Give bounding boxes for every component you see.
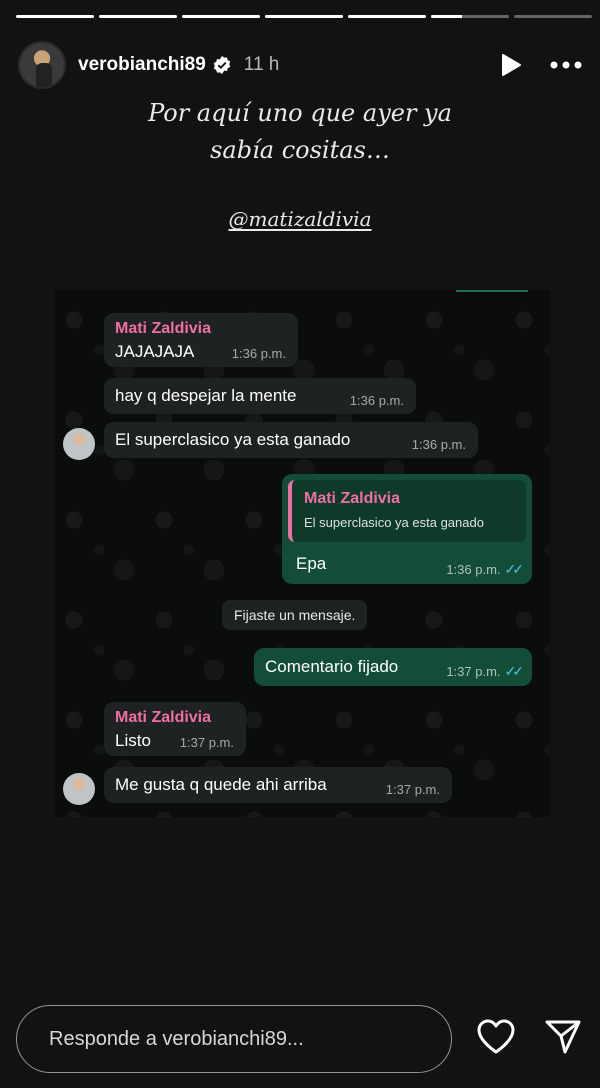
message-text: JAJAJAJA bbox=[115, 342, 195, 361]
story-caption: Por aquí uno que ayer ya sabía cositas… bbox=[0, 95, 600, 169]
username[interactable]: verobianchi89 bbox=[78, 54, 206, 76]
message-time-text: 1:37 p.m. bbox=[446, 664, 501, 679]
outgoing-message: Mati Zaldivia El superclasico ya esta ga… bbox=[282, 474, 532, 584]
post-time: 11 h bbox=[243, 54, 280, 75]
message-time: 1:37 p.m. bbox=[179, 735, 234, 750]
story-progress-segment bbox=[182, 15, 260, 18]
profile-avatar[interactable] bbox=[18, 41, 66, 89]
story-progress-segment bbox=[514, 15, 592, 18]
caption-line-2: sabía cositas… bbox=[210, 136, 390, 164]
message-sender: Mati Zaldivia bbox=[115, 320, 212, 337]
message-time: 1:36 p.m. bbox=[411, 437, 466, 452]
message-text: Comentario fijado bbox=[265, 657, 399, 676]
message-text: hay q despejar la mente bbox=[115, 386, 297, 405]
message-time: 1:36 p.m. bbox=[231, 346, 286, 361]
message-time-text: 1:36 p.m. bbox=[446, 562, 501, 577]
outgoing-message: Comentario fijado 1:37 p.m. ✓✓ bbox=[254, 648, 532, 686]
contact-avatar bbox=[63, 773, 95, 805]
quoted-text: El superclasico ya esta ganado bbox=[304, 515, 484, 530]
story-progress-segment bbox=[348, 15, 426, 18]
incoming-message: El superclasico ya esta ganado 1:36 p.m. bbox=[104, 422, 478, 458]
message-text: Me gusta q quede ahi arriba bbox=[115, 775, 327, 794]
reply-input[interactable]: Responde a verobianchi89... bbox=[16, 1005, 452, 1073]
story-progress-segment bbox=[99, 15, 177, 18]
message-time: 1:36 p.m. bbox=[349, 393, 404, 408]
message-time: 1:36 p.m. ✓✓ bbox=[446, 561, 525, 578]
verified-badge-icon bbox=[213, 55, 231, 75]
incoming-message: hay q despejar la mente 1:36 p.m. bbox=[104, 378, 416, 414]
story-progress-segment-current bbox=[431, 15, 509, 18]
quoted-sender: Mati Zaldivia bbox=[304, 490, 401, 507]
message-text: Epa bbox=[296, 554, 327, 573]
quoted-message[interactable]: Mati Zaldivia El superclasico ya esta ga… bbox=[288, 480, 526, 542]
incoming-message: Mati Zaldivia JAJAJAJA 1:36 p.m. bbox=[104, 313, 298, 367]
chat-top-edge bbox=[456, 290, 528, 292]
caption-line-1: Por aquí uno que ayer ya bbox=[148, 99, 452, 127]
incoming-message: Mati Zaldivia Listo 1:37 p.m. bbox=[104, 702, 246, 756]
system-message: Fijaste un mensaje. bbox=[222, 600, 368, 630]
story-progress bbox=[16, 15, 592, 18]
story-progress-segment bbox=[16, 15, 94, 18]
message-time: 1:37 p.m. ✓✓ bbox=[446, 663, 525, 680]
send-icon[interactable] bbox=[544, 1018, 582, 1056]
read-receipt-icon: ✓✓ bbox=[504, 663, 525, 679]
mention-sticker[interactable]: @matizaldivia bbox=[0, 207, 600, 231]
reply-placeholder: Responde a verobianchi89... bbox=[49, 1027, 304, 1050]
incoming-message: Me gusta q quede ahi arriba 1:37 p.m. bbox=[104, 767, 452, 803]
message-sender: Mati Zaldivia bbox=[115, 709, 212, 726]
message-time: 1:37 p.m. bbox=[385, 782, 440, 797]
mention-text[interactable]: @matizaldivia bbox=[229, 207, 372, 231]
message-text: El superclasico ya esta ganado bbox=[115, 430, 351, 449]
story-header: verobianchi89 11 h bbox=[18, 40, 582, 90]
play-icon[interactable] bbox=[500, 53, 522, 77]
heart-icon[interactable] bbox=[476, 1019, 516, 1055]
contact-avatar bbox=[63, 428, 95, 460]
more-options-icon[interactable] bbox=[550, 61, 582, 69]
chat-screenshot: Mati Zaldivia JAJAJAJA 1:36 p.m. hay q d… bbox=[54, 290, 550, 817]
story-progress-segment bbox=[265, 15, 343, 18]
message-text: Listo bbox=[115, 731, 151, 750]
read-receipt-icon: ✓✓ bbox=[504, 561, 525, 577]
